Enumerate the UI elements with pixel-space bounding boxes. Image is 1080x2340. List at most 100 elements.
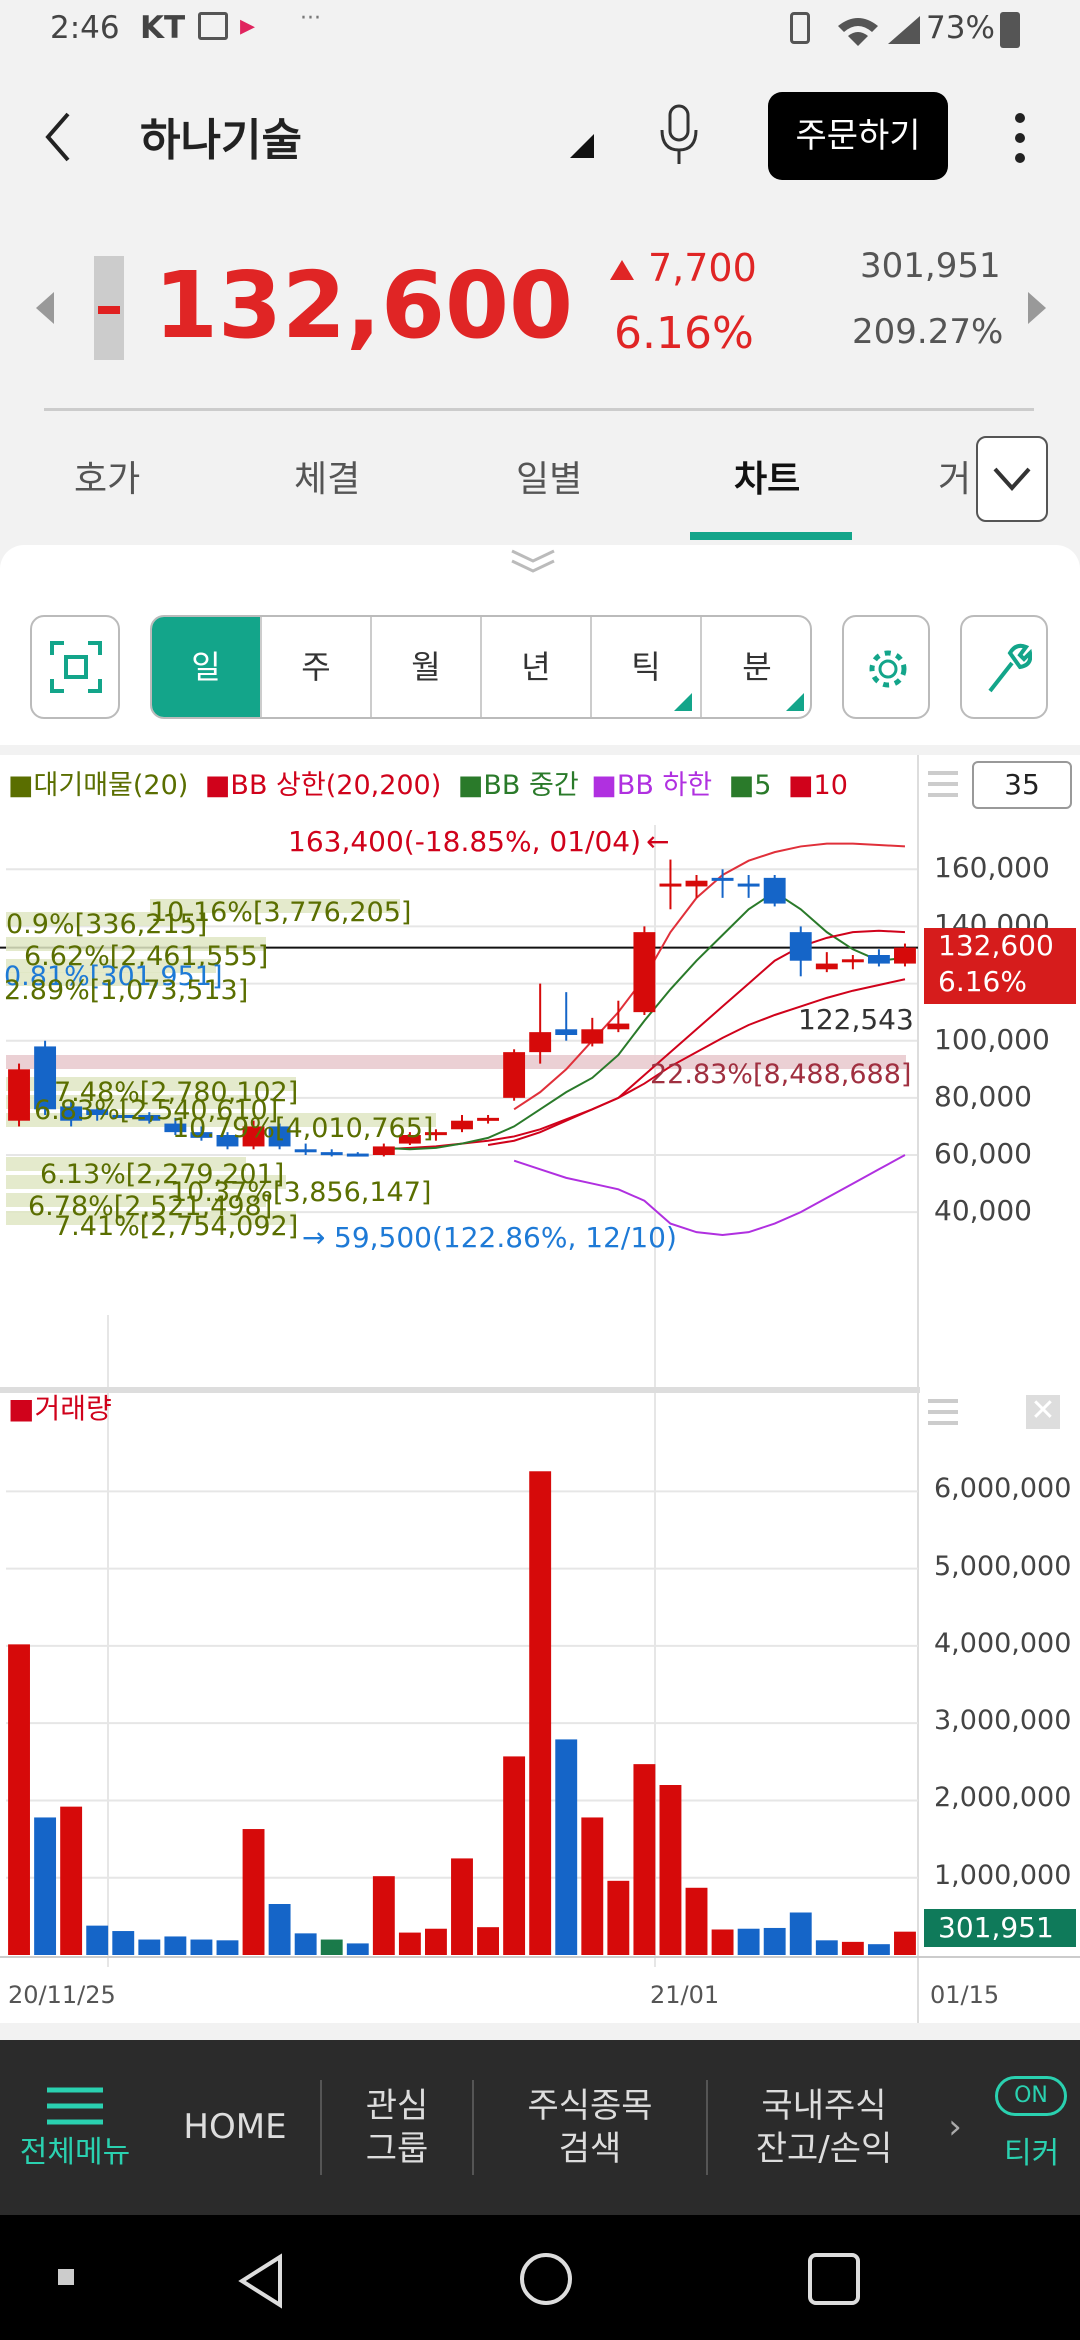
x-axis-label: 01/15 [930, 1981, 1000, 2009]
dropdown-triangle-icon[interactable] [566, 132, 596, 160]
volume-bar [138, 1939, 161, 1955]
volume-bar [424, 1928, 447, 1955]
left-arrow-icon: ← [646, 825, 670, 858]
high-annotation: 163,400(-18.85%, 01/04) [288, 825, 641, 858]
candle-body [841, 959, 864, 963]
tab-trades[interactable]: 체결 [294, 450, 360, 502]
candle-body [607, 1023, 630, 1030]
current-price-tag: 132,600 6.16% [924, 928, 1076, 1004]
period-count-input[interactable]: 35 [972, 761, 1072, 809]
candle-body [711, 877, 734, 881]
candle-body [685, 880, 708, 887]
candle-body [294, 1149, 317, 1153]
back-arrow-icon[interactable] [42, 110, 72, 164]
legend-marker: ■ [728, 770, 755, 801]
vp-label: 22.83%[8,488,688] [650, 1059, 912, 1090]
nav-all-menu[interactable]: 전체메뉴 [0, 2040, 150, 2215]
nav-stock-search[interactable]: 주식종목 검색 [474, 2040, 706, 2215]
recent-dot-icon[interactable] [58, 2269, 74, 2285]
ticker-toggle[interactable]: ON [995, 2076, 1067, 2116]
vibrate-icon [790, 12, 810, 44]
nav-label: › [948, 2107, 962, 2148]
pane-divider[interactable] [0, 1387, 920, 1393]
volume-bar [529, 1471, 552, 1955]
volume-bar [607, 1880, 630, 1955]
gear-icon [869, 650, 907, 688]
hamburger-icon[interactable] [926, 769, 960, 799]
tab-more[interactable]: 거 [938, 450, 971, 502]
candle-body [894, 947, 916, 964]
legend-ma10: 10 [813, 770, 848, 801]
current-price-tag-value: 132,600 [938, 929, 1054, 962]
recent-low-annotation: 122,543 [798, 1003, 914, 1036]
settings-button[interactable] [842, 615, 930, 719]
prev-stock-icon[interactable] [34, 290, 56, 326]
volume-bar [294, 1933, 317, 1955]
tools-button[interactable] [960, 615, 1048, 719]
price-tick-label: 80,000 [934, 1079, 1032, 1113]
period-week[interactable]: 주 [262, 617, 372, 717]
volume-bar [711, 1929, 734, 1955]
volume-bar [34, 1817, 57, 1955]
corner-triangle-icon [674, 693, 692, 711]
microphone-icon[interactable] [656, 104, 702, 168]
nav-scroll-right-icon[interactable]: › [940, 2040, 970, 2215]
candle-body [451, 1120, 473, 1130]
volume-bar [737, 1928, 760, 1955]
tab-expand-button[interactable] [976, 436, 1048, 522]
back-icon[interactable] [236, 2253, 286, 2309]
volume-bar [763, 1927, 786, 1955]
candle-body [633, 932, 656, 1013]
nav-domestic-balance[interactable]: 국내주식 잔고/손익 [708, 2040, 940, 2215]
tab-orderbook[interactable]: 호가 [74, 450, 140, 502]
candle-body [867, 955, 890, 964]
order-button[interactable]: 주문하기 [768, 92, 948, 180]
drag-handle[interactable] [0, 545, 1080, 585]
current-price: 132,600 [154, 252, 574, 359]
tab-bar: 호가 체결 일별 차트 거 [0, 420, 1080, 540]
volume-bar [164, 1936, 187, 1955]
more-menu-icon[interactable] [1008, 110, 1032, 166]
period-month[interactable]: 월 [372, 617, 482, 717]
price-tick-label: 160,000 [934, 851, 1050, 885]
candle-body [555, 1029, 578, 1035]
stock-name[interactable]: 하나기술 [140, 104, 302, 168]
fullscreen-button[interactable] [30, 615, 120, 719]
legend-bb-lower: BB 하한 [616, 770, 713, 801]
mini-candle-icon [94, 256, 124, 360]
hamburger-icon[interactable] [926, 1397, 960, 1427]
chart-toolbar: 일 주 월 년 틱 분 [0, 585, 1080, 745]
x-axis-label: 20/11/25 [8, 1981, 116, 2009]
close-pane-icon[interactable]: ✕ [1026, 1395, 1060, 1429]
nav-home[interactable]: HOME [150, 2040, 320, 2215]
period-day[interactable]: 일 [152, 617, 262, 717]
candle-body [477, 1117, 500, 1121]
tab-daily[interactable]: 일별 [516, 450, 582, 502]
system-navigation [0, 2215, 1080, 2340]
corner-triangle-icon [786, 693, 804, 711]
volume-tick-label: 3,000,000 [934, 1705, 1072, 1737]
recent-apps-icon[interactable] [806, 2251, 862, 2307]
ticker-label: 티커 [1004, 2136, 1060, 2171]
nav-watchlist[interactable]: 관심 그룹 [322, 2040, 472, 2215]
period-year[interactable]: 년 [482, 617, 592, 717]
candle-body [8, 1069, 30, 1121]
volume-bar [60, 1806, 83, 1955]
legend-ma5: 5 [754, 770, 772, 801]
battery-icon [1000, 12, 1020, 48]
tab-chart[interactable]: 차트 [734, 450, 800, 502]
nav-label: 국내주식 잔고/손익 [755, 2086, 893, 2169]
home-icon[interactable] [518, 2251, 574, 2307]
legend-marker: ■ [8, 770, 34, 801]
chart-area[interactable]: ■대기매물(20) ■BB 상한(20,200) ■BB 중간 ■BB 하한 ■… [0, 755, 1080, 2023]
vp-label: 7.41%[2,754,092] [54, 1211, 299, 1242]
legend-bb-upper: BB 상한(20,200) [230, 770, 442, 801]
wifi-icon [838, 18, 878, 46]
volume-bar [659, 1785, 682, 1955]
current-volume-tag: 301,951 [924, 1909, 1076, 1947]
next-stock-icon[interactable] [1026, 290, 1048, 326]
volume-bar [841, 1941, 864, 1955]
candle-body [372, 1146, 395, 1155]
candle-body [763, 877, 786, 904]
volume-bar [398, 1932, 421, 1955]
